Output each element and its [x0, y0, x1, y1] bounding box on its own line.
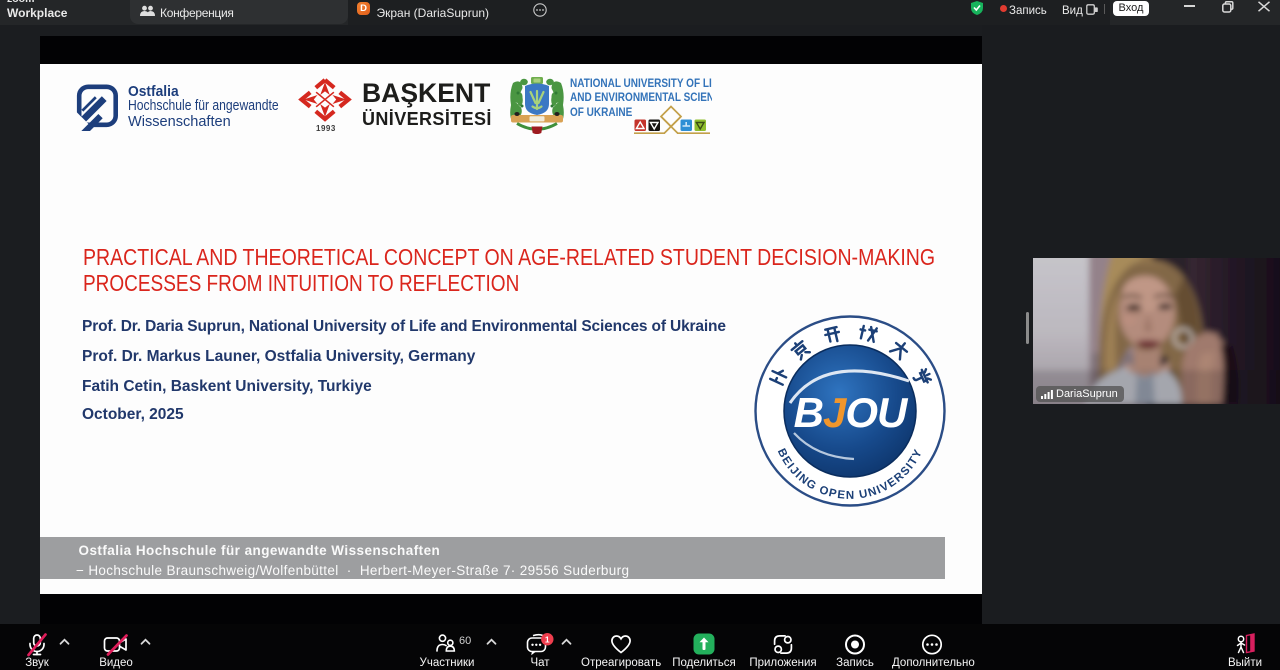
svg-text:1: 1: [545, 634, 550, 644]
svg-text:BJOU: BJOU: [794, 389, 909, 436]
